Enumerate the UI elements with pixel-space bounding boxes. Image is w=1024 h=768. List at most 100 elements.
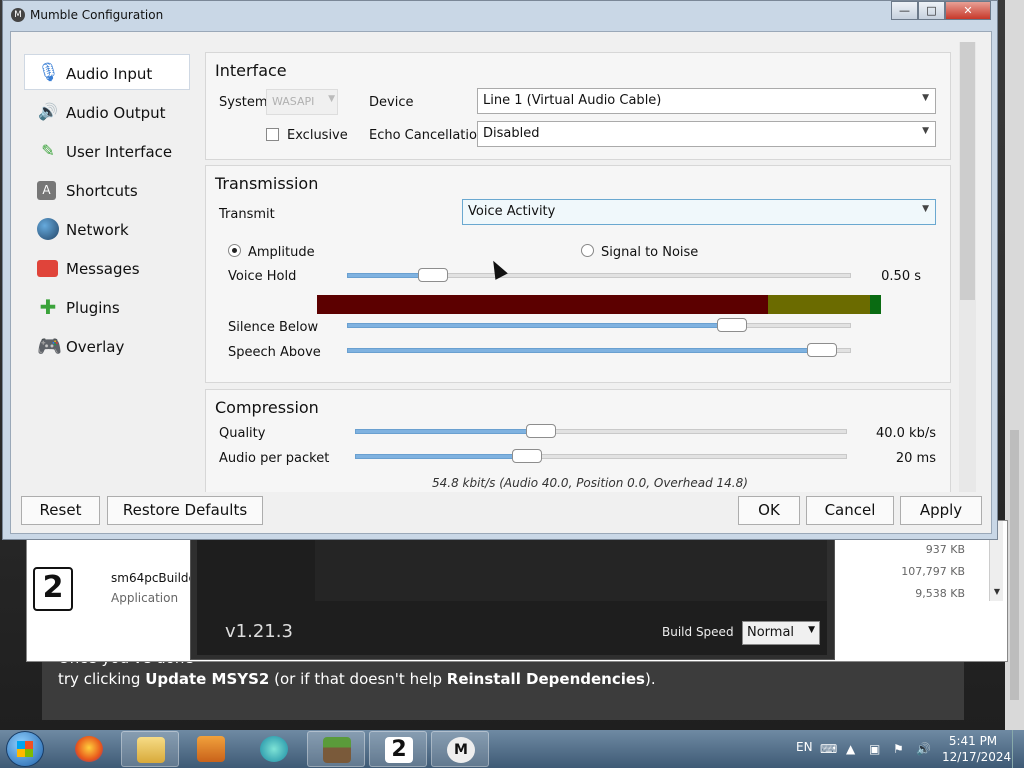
taskbar-firefox[interactable] [60, 731, 118, 767]
taskbar-media-player[interactable] [182, 731, 240, 767]
show-hidden-icons-icon[interactable]: ▲ [846, 742, 855, 756]
exclusive-label: Exclusive [287, 128, 348, 143]
device-label: Device [369, 95, 414, 110]
restore-defaults-button[interactable]: Restore Defaults [107, 496, 263, 525]
explorer-folder-icon [137, 737, 165, 763]
mumble-app-icon: M [11, 8, 25, 22]
file-size: 107,797 KB [901, 565, 965, 578]
action-center-flag-icon[interactable]: ⚑ [893, 742, 904, 756]
chevron-down-icon: ▼ [922, 204, 929, 214]
microphone-icon: 🎙 [37, 62, 60, 83]
volume-icon[interactable]: 🔊 [916, 742, 931, 756]
silence-below-slider[interactable] [347, 318, 851, 332]
minimize-button[interactable]: — [891, 1, 918, 20]
compression-group: Compression Quality 40.0 kb/s Audio per … [205, 389, 951, 492]
amplitude-label: Amplitude [248, 245, 315, 260]
build-speed-label: Build Speed [662, 625, 734, 639]
bitrate-info: 54.8 kbit/s (Audio 40.0, Position 0.0, O… [432, 476, 748, 490]
device-select[interactable]: Line 1 (Virtual Audio Cable) ▼ [477, 88, 936, 114]
clock-date: 12/17/2024 [942, 750, 1012, 764]
signal-to-noise-label: Signal to Noise [601, 245, 699, 260]
build-speed-select[interactable]: Normal ▼ [742, 621, 820, 645]
system-value: WASAPI [272, 95, 315, 108]
speech-above-slider[interactable] [347, 343, 851, 357]
taskbar-explorer[interactable] [121, 731, 179, 767]
audio-per-packet-label: Audio per packet [219, 451, 330, 466]
scroll-down-arrow-icon[interactable]: ▼ [990, 587, 1004, 601]
transmit-select[interactable]: Voice Activity ▼ [462, 199, 936, 225]
slider-handle[interactable] [512, 449, 542, 463]
show-desktop-button[interactable] [1012, 730, 1024, 768]
file-sizes: 937 KB 107,797 KB 9,538 KB [901, 539, 965, 605]
network-icon[interactable]: ▣ [869, 742, 880, 756]
reset-button[interactable]: Reset [21, 496, 100, 525]
file-name: sm64pcBuilde [111, 571, 196, 585]
sidebar-item-audio-input[interactable]: 🎙 Audio Input [24, 54, 190, 90]
sm64-app-icon: 2 [33, 567, 73, 611]
start-button[interactable] [6, 731, 44, 767]
sidebar-item-plugins[interactable]: ✚ Plugins [24, 288, 190, 324]
scrollbar-thumb[interactable] [960, 42, 975, 300]
exclusive-checkbox[interactable] [266, 128, 279, 141]
slider-handle[interactable] [418, 268, 448, 282]
globe-icon [37, 218, 59, 240]
chevron-down-icon: ▼ [808, 625, 815, 635]
amplitude-radio[interactable] [228, 244, 241, 257]
sm64-builder-window: v1.21.3 Build Speed Normal ▼ [190, 520, 835, 660]
maximize-button[interactable]: □ [918, 1, 945, 20]
audio-per-packet-value: 20 ms [895, 451, 936, 466]
clock[interactable]: 5:41 PM 12/17/2024 [942, 733, 1012, 765]
audio-per-packet-slider[interactable] [355, 449, 847, 463]
taskbar-browser[interactable] [245, 731, 303, 767]
settings-sidebar: 🎙 Audio Input 🔊 Audio Output ✎ User Interfa… [24, 54, 190, 366]
cancel-button[interactable]: Cancel [806, 496, 894, 525]
voice-hold-value: 0.50 s [881, 269, 921, 284]
taskbar: 2 M EN ⌨ ▲ ▣ ⚑ 🔊 5:41 PM 12/17/2024 [0, 730, 1024, 768]
file-row[interactable]: 2 sm64pcBuilde Application [33, 567, 196, 615]
taskbar-mumble[interactable]: M [431, 731, 489, 767]
sidebar-item-messages[interactable]: Messages [24, 249, 190, 285]
voice-hold-label: Voice Hold [228, 269, 297, 284]
transmission-group: Transmission Transmit Voice Activity ▼ Am… [205, 165, 951, 383]
apply-button[interactable]: Apply [900, 496, 982, 525]
background-scrollbar[interactable] [1010, 430, 1019, 700]
slider-handle[interactable] [807, 343, 837, 357]
guide-update-msys2: Update MSYS2 [145, 670, 270, 688]
group-title: Compression [215, 398, 319, 417]
transmit-value: Voice Activity [468, 204, 556, 219]
close-button[interactable]: ✕ [945, 1, 991, 20]
meter-yellow-zone [768, 295, 870, 314]
sidebar-item-shortcuts[interactable]: A Shortcuts [24, 171, 190, 207]
slider-handle[interactable] [717, 318, 747, 332]
meter-green-zone [869, 295, 881, 314]
signal-to-noise-radio[interactable] [581, 244, 594, 257]
taskbar-minecraft[interactable] [307, 731, 365, 767]
taskbar-sm64-builder[interactable]: 2 [369, 731, 427, 767]
meter-red-zone [317, 295, 769, 314]
slider-fill [355, 454, 527, 459]
browser-icon [260, 736, 288, 762]
quality-value: 40.0 kb/s [875, 426, 936, 441]
guide-reinstall-deps: Reinstall Dependencies [446, 670, 645, 688]
media-player-icon [197, 736, 225, 762]
echo-cancellation-select[interactable]: Disabled ▼ [477, 121, 936, 147]
interface-group: Interface System WASAPI ▼ Device Line 1 (… [205, 52, 951, 160]
quality-slider[interactable] [355, 424, 847, 438]
sidebar-item-label: Plugins [66, 299, 120, 317]
transmit-label: Transmit [219, 207, 275, 222]
voice-hold-slider[interactable] [347, 268, 851, 282]
title-bar[interactable]: M Mumble Configuration — □ ✕ [3, 1, 997, 29]
sidebar-item-network[interactable]: Network [24, 210, 190, 246]
sidebar-item-user-interface[interactable]: ✎ User Interface [24, 132, 190, 168]
sidebar-item-overlay[interactable]: 🎮 Overlay [24, 327, 190, 363]
sidebar-item-audio-output[interactable]: 🔊 Audio Output [24, 93, 190, 129]
content-scrollbar[interactable] [959, 42, 976, 492]
slider-handle[interactable] [526, 424, 556, 438]
builder-body: v1.21.3 Build Speed Normal ▼ [197, 521, 827, 655]
keyboard-icon[interactable]: ⌨ [820, 742, 837, 756]
file-size: 9,538 KB [915, 587, 965, 600]
system-select: WASAPI ▼ [266, 89, 338, 115]
language-indicator[interactable]: EN [796, 740, 813, 754]
sm64-builder-icon: 2 [385, 737, 413, 763]
ok-button[interactable]: OK [738, 496, 800, 525]
